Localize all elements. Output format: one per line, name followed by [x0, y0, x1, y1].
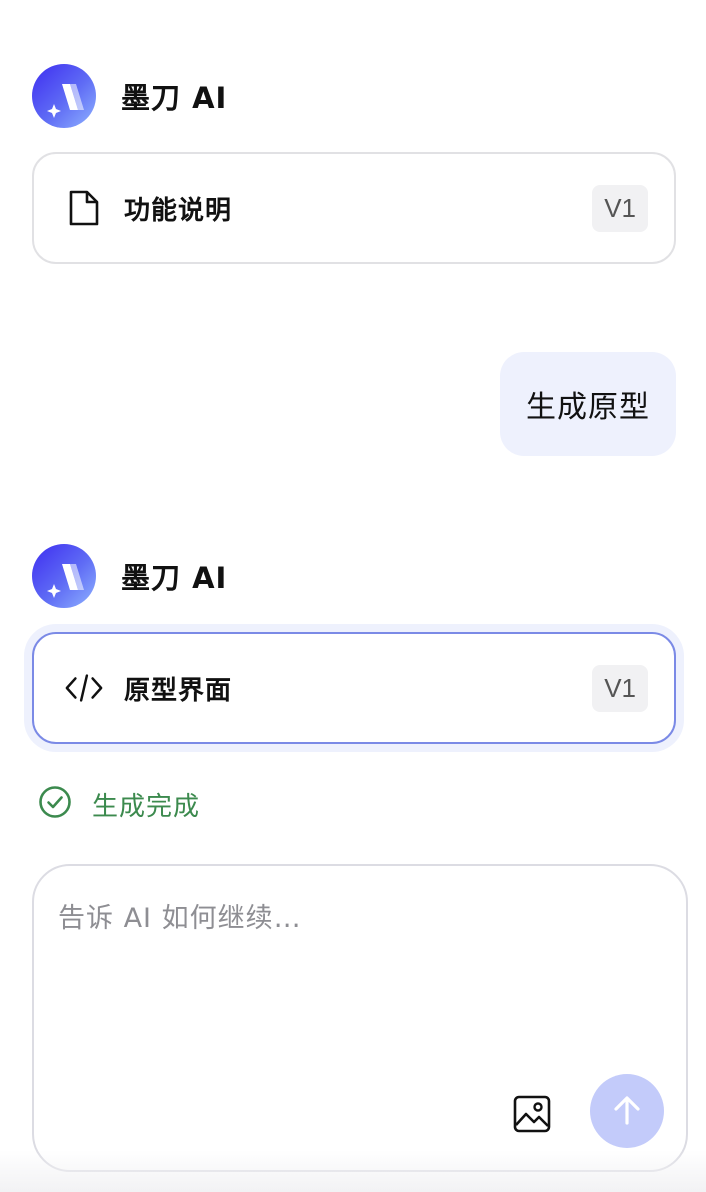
document-icon [64, 188, 104, 228]
artifact-card-feature-doc[interactable]: 功能说明 V1 [32, 152, 676, 264]
assistant-name: 墨刀 AI [121, 81, 228, 115]
version-badge: V1 [592, 664, 648, 712]
message-input[interactable] [58, 896, 658, 1066]
status-text: 生成完成 [92, 791, 201, 822]
user-message-bubble: 生成原型 [500, 352, 676, 456]
card-title: 原型界面 [124, 675, 233, 706]
moda-ai-avatar [32, 64, 96, 128]
generation-status: 生成完成 [38, 786, 200, 822]
image-icon [513, 1095, 551, 1133]
assistant-header: 墨刀 AI [32, 64, 227, 128]
moda-ai-avatar [32, 544, 96, 608]
check-circle-icon [38, 785, 72, 823]
assistant-header: 墨刀 AI [32, 544, 227, 608]
code-icon [64, 668, 104, 708]
version-badge: V1 [592, 184, 648, 232]
moda-logo-icon [47, 564, 84, 598]
chat-composer [32, 864, 688, 1172]
assistant-name: 墨刀 AI [121, 561, 228, 595]
artifact-card-prototype[interactable]: 原型界面 V1 [32, 632, 676, 744]
upload-image-button[interactable] [510, 1092, 554, 1136]
card-title: 功能说明 [124, 195, 233, 226]
arrow-up-icon [614, 1096, 640, 1125]
moda-logo-icon [47, 84, 84, 118]
send-button[interactable] [590, 1074, 664, 1148]
